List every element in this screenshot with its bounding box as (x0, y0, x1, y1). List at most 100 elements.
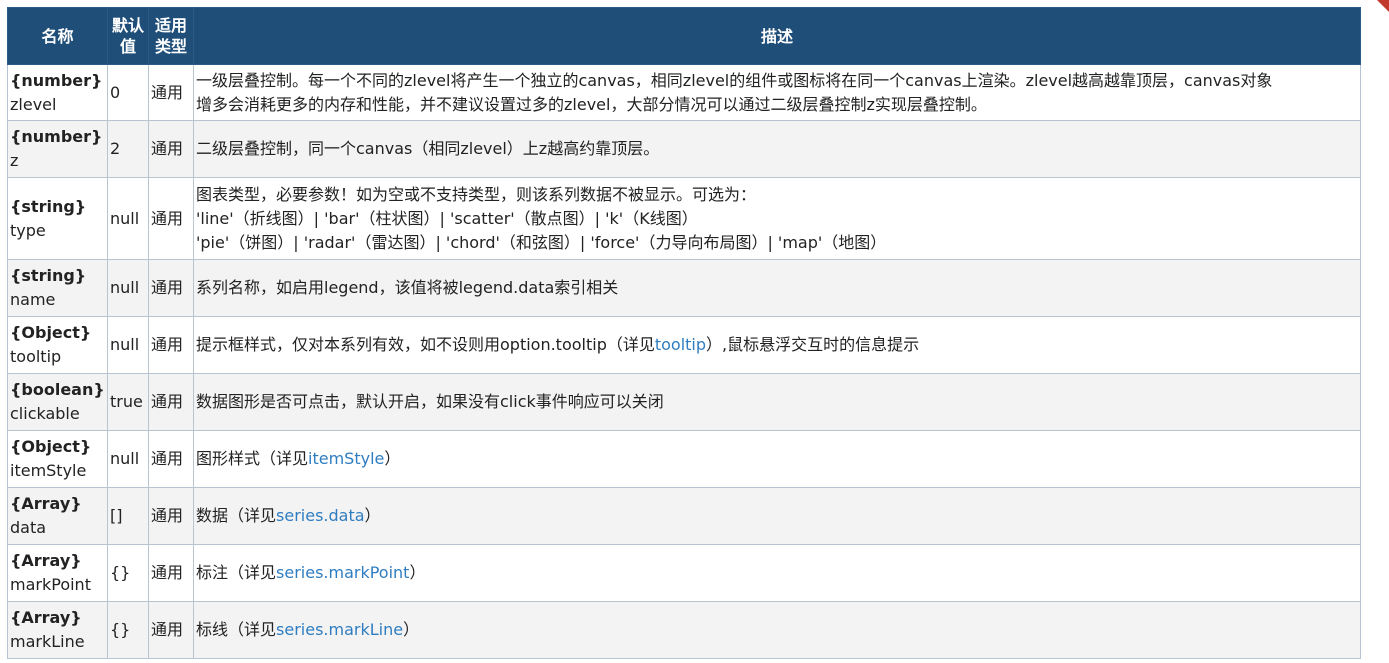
page: 名称 默认 值 适用 类型 描述 {number} zlevel 0 通用 一级层叠控制… (0, 0, 1389, 663)
option-name-cell: {number} z (7, 120, 108, 178)
option-default: {} (107, 601, 149, 659)
doc-link[interactable]: series.data (276, 506, 365, 525)
doc-link[interactable]: series.markLine (276, 620, 403, 639)
option-field: z (10, 151, 19, 170)
description-line: 增多会消耗更多的内存和性能，并不建议设置过多的zlevel，大部分情况可以通过二… (196, 94, 987, 114)
doc-link[interactable]: itemStyle (308, 449, 384, 468)
option-type: {Array} (10, 551, 82, 570)
description-line: 二级层叠控制，同一个canvas（相同zlevel）上z越高约靠顶层。 (196, 139, 660, 158)
description-text: 提示框样式，仅对本系列有效，如不设则用option.tooltip（详见 (196, 335, 655, 354)
table-row: {Object} tooltip null 通用 提示框样式，仅对本系列有效，如不设则用… (7, 316, 1361, 374)
option-default: 0 (107, 64, 149, 121)
option-scope: 通用 (148, 487, 194, 545)
table-row: {boolean} clickable true 通用 数据图形是否可点击，默认开启，如… (7, 373, 1361, 431)
table-row: {Array} markPoint {} 通用 标注（详见series.markPoin… (7, 544, 1361, 602)
option-name-cell: {Array} data (7, 487, 108, 545)
table-body: {number} zlevel 0 通用 一级层叠控制。每一个不同的zlevel将产生一… (7, 64, 1361, 659)
option-field: name (10, 290, 56, 309)
option-name-cell: {boolean} clickable (7, 373, 108, 431)
description-line: 'line'（折线图）| 'bar'（柱状图）| 'scatter'（散点图）|… (196, 208, 698, 228)
header-name: 名称 (7, 7, 108, 65)
option-scope: 通用 (148, 373, 194, 431)
option-field: itemStyle (10, 461, 87, 480)
option-description: 二级层叠控制，同一个canvas（相同zlevel）上z越高约靠顶层。 (193, 120, 1361, 178)
option-type: {Object} (10, 323, 92, 342)
option-field: markLine (10, 632, 85, 651)
table-row: {Array} data [] 通用 数据（详见series.data） (7, 487, 1361, 545)
option-default: true (107, 373, 149, 431)
description-text-suffix: ） (364, 506, 381, 525)
description-text-suffix: ） (403, 620, 420, 639)
description-line: 一级层叠控制。每一个不同的zlevel将产生一个独立的canvas，相同zlev… (196, 70, 1273, 90)
description-line: 数据图形是否可点击，默认开启，如果没有click事件响应可以关闭 (196, 392, 664, 411)
header-scope-line2: 类型 (154, 37, 187, 56)
table-row: {Object} itemStyle null 通用 图形样式（详见itemStyle） (7, 430, 1361, 488)
option-scope: 通用 (148, 316, 194, 374)
option-description: 图表类型，必要参数！如为空或不支持类型，则该系列数据不被显示。可选为： 'line… (193, 177, 1361, 260)
option-field: tooltip (10, 347, 62, 366)
option-name-cell: {Object} tooltip (7, 316, 108, 374)
header-default: 默认 值 (107, 7, 149, 65)
option-field: data (10, 518, 47, 537)
option-default: null (107, 430, 149, 488)
description-text: 标注（详见 (196, 563, 277, 582)
description-text: 标线（详见 (196, 620, 277, 639)
description-line: 系列名称，如启用legend，该值将被legend.data索引相关 (196, 278, 619, 297)
option-type: {number} (10, 127, 103, 146)
option-field: type (10, 220, 46, 240)
option-scope: 通用 (148, 544, 194, 602)
header-scope: 适用 类型 (148, 7, 194, 65)
option-description: 图形样式（详见itemStyle） (193, 430, 1361, 488)
description-line: 'pie'（饼图）| 'radar'（雷达图）| 'chord'（和弦图）| '… (196, 232, 887, 252)
option-default: 2 (107, 120, 149, 178)
option-field: clickable (10, 404, 80, 423)
description-line: 图表类型，必要参数！如为空或不支持类型，则该系列数据不被显示。可选为： (196, 184, 757, 204)
header-default-line1: 默认 (111, 16, 144, 35)
option-type: {Array} (10, 494, 82, 513)
option-type: {Object} (10, 437, 92, 456)
description-text: 图形样式（详见 (196, 449, 309, 468)
option-description: 标线（详见series.markLine） (193, 601, 1361, 659)
option-name-cell: {Array} markPoint (7, 544, 108, 602)
doc-link[interactable]: series.markPoint (276, 563, 409, 582)
option-scope: 通用 (148, 120, 194, 178)
table-row: {Array} markLine {} 通用 标线（详见series.markLine） (7, 601, 1361, 659)
doc-link[interactable]: tooltip (655, 335, 706, 354)
table-row: {string} name null 通用 系列名称，如启用legend，该值将被leg… (7, 259, 1361, 317)
option-scope: 通用 (148, 259, 194, 317)
option-type: {number} (10, 70, 103, 90)
option-default: null (107, 177, 149, 260)
header-default-line2: 值 (119, 37, 136, 56)
table-row: {number} zlevel 0 通用 一级层叠控制。每一个不同的zlevel将产生一… (7, 64, 1361, 121)
option-type: {boolean} (10, 380, 105, 399)
header-row: 名称 默认 值 适用 类型 描述 (7, 7, 1361, 65)
option-scope: 通用 (148, 177, 194, 260)
option-description: 数据图形是否可点击，默认开启，如果没有click事件响应可以关闭 (193, 373, 1361, 431)
option-name-cell: {Object} itemStyle (7, 430, 108, 488)
table-row: {string} type null 通用 图表类型，必要参数！如为空或不支持类型，则该… (7, 177, 1361, 260)
description-text-suffix: ） (409, 563, 426, 582)
option-default: {} (107, 544, 149, 602)
option-name-cell: {string} type (7, 177, 108, 260)
option-field: markPoint (10, 575, 91, 594)
option-name-cell: {string} name (7, 259, 108, 317)
option-type: {Array} (10, 608, 82, 627)
description-text-suffix: ）,鼠标悬浮交互时的信息提示 (706, 335, 920, 354)
option-description: 一级层叠控制。每一个不同的zlevel将产生一个独立的canvas，相同zlev… (193, 64, 1361, 121)
header-desc: 描述 (193, 7, 1361, 65)
option-description: 提示框样式，仅对本系列有效，如不设则用option.tooltip（详见tool… (193, 316, 1361, 374)
option-default: null (107, 259, 149, 317)
description-text-suffix: ） (384, 449, 401, 468)
header-scope-line1: 适用 (154, 16, 187, 35)
option-scope: 通用 (148, 430, 194, 488)
option-name-cell: {Array} markLine (7, 601, 108, 659)
option-scope: 通用 (148, 601, 194, 659)
option-field: zlevel (10, 94, 57, 114)
option-description: 系列名称，如启用legend，该值将被legend.data索引相关 (193, 259, 1361, 317)
option-default: null (107, 316, 149, 374)
option-scope: 通用 (148, 64, 194, 121)
option-type: {string} (10, 196, 87, 216)
option-default: [] (107, 487, 149, 545)
option-name-cell: {number} zlevel (7, 64, 108, 121)
option-description: 数据（详见series.data） (193, 487, 1361, 545)
